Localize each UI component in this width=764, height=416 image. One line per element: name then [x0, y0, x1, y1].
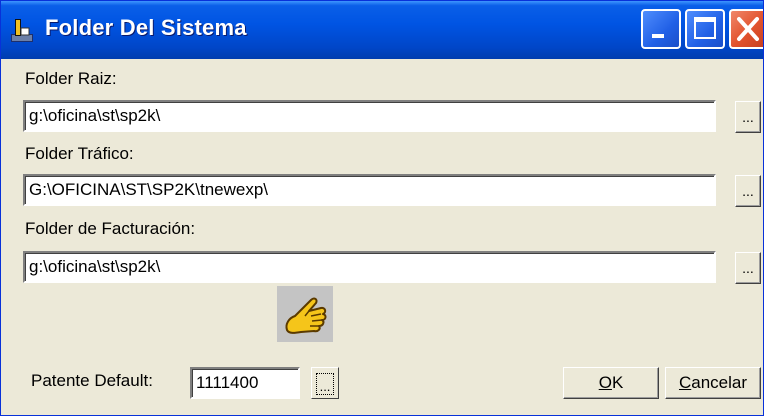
pointer-image: [277, 286, 333, 342]
folder-app-icon: [11, 19, 33, 42]
patent-browse-label: ...: [316, 373, 334, 395]
title-bar[interactable]: Folder Del Sistema: [1, 1, 763, 59]
billing-folder-browse-button[interactable]: ...: [735, 252, 761, 284]
window-title: Folder Del Sistema: [45, 15, 247, 40]
dialog-window: Folder Del Sistema Folder Raiz: g:\ofici…: [0, 0, 764, 416]
pointing-hand-icon: [285, 297, 327, 334]
billing-folder-label: Folder de Facturación:: [25, 219, 196, 238]
cancel-rest: ancelar: [691, 373, 748, 392]
traffic-folder-browse-button[interactable]: ...: [735, 175, 761, 207]
patent-default-input[interactable]: 1111400: [190, 367, 300, 399]
patent-browse-button[interactable]: ...: [311, 367, 339, 399]
root-folder-input[interactable]: g:\oficina\st\sp2k\: [23, 100, 716, 132]
root-folder-browse-button[interactable]: ...: [735, 101, 761, 133]
traffic-folder-input[interactable]: G:\OFICINA\ST\SP2K\tnewexp\: [23, 174, 716, 206]
maximize-icon: [694, 17, 716, 39]
root-folder-label: Folder Raiz:: [25, 69, 117, 88]
close-icon: [737, 17, 759, 41]
minimize-icon: [652, 34, 664, 38]
minimize-button[interactable]: [641, 9, 681, 49]
cancel-accel: C: [678, 373, 692, 392]
close-button[interactable]: [729, 9, 763, 49]
traffic-folder-label: Folder Tráfico:: [25, 144, 134, 163]
ok-button[interactable]: OK: [563, 367, 659, 399]
patent-default-label: Patente Default:: [31, 371, 153, 390]
ok-accel: O: [598, 373, 612, 392]
cancel-button[interactable]: Cancelar: [665, 367, 761, 399]
ok-rest: K: [611, 373, 624, 392]
maximize-button[interactable]: [685, 9, 725, 49]
billing-folder-input[interactable]: g:\oficina\st\sp2k\: [23, 251, 716, 283]
